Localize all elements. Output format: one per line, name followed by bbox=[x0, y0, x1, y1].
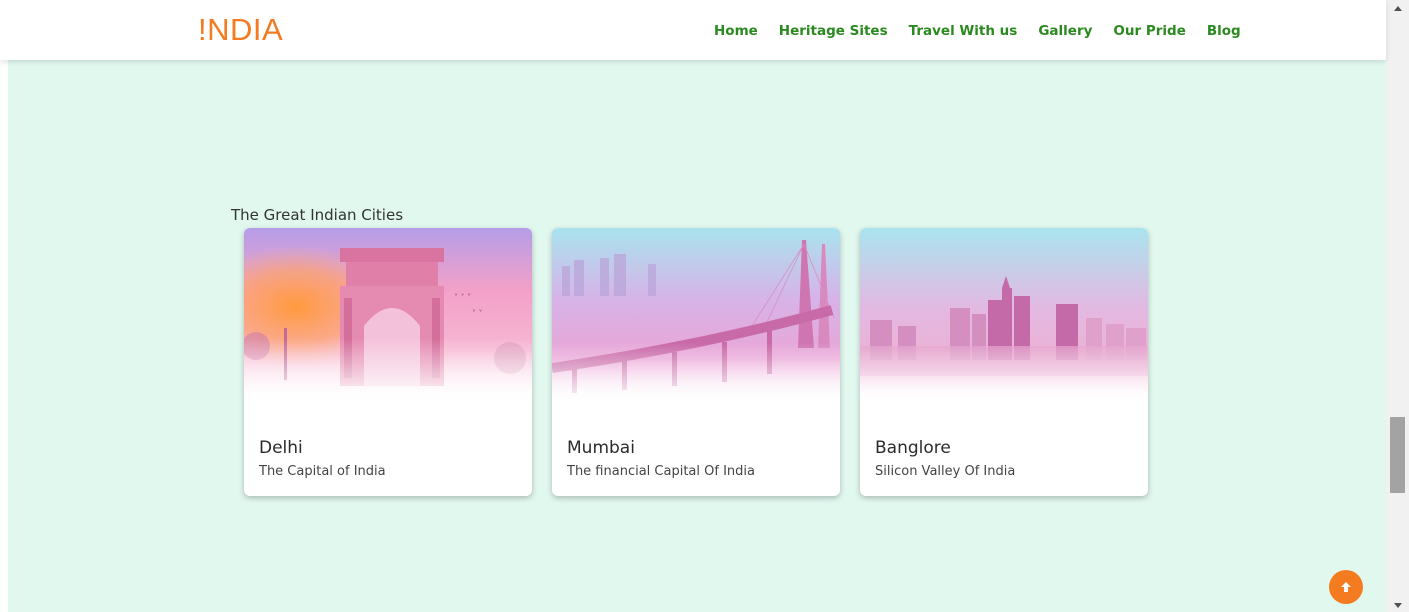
city-card-mumbai[interactable]: Mumbai The financial Capital Of India bbox=[552, 228, 840, 496]
vertical-scrollbar[interactable] bbox=[1386, 0, 1409, 612]
nav-home[interactable]: Home bbox=[714, 23, 758, 39]
scroll-down-arrow-icon[interactable] bbox=[1394, 603, 1402, 608]
back-to-top-button[interactable] bbox=[1329, 570, 1363, 604]
nav-heritage-sites[interactable]: Heritage Sites bbox=[779, 23, 888, 39]
scrollbar-thumb[interactable] bbox=[1390, 417, 1405, 493]
svg-text:˅ ˅ ˅: ˅ ˅ ˅ bbox=[454, 293, 471, 302]
nav-our-pride[interactable]: Our Pride bbox=[1113, 23, 1185, 39]
sea-link-bridge-image bbox=[552, 228, 840, 403]
card-title: Banglore bbox=[875, 438, 951, 458]
section-title: The Great Indian Cities bbox=[231, 206, 404, 224]
card-subtitle: The Capital of India bbox=[259, 464, 386, 479]
site-header: !NDIA Home Heritage Sites Travel With us… bbox=[0, 0, 1386, 60]
india-gate-image: ˅ ˅ ˅ ˅ ˅ bbox=[244, 228, 532, 403]
city-card-delhi[interactable]: ˅ ˅ ˅ ˅ ˅ Delhi The Capital of India bbox=[244, 228, 532, 496]
card-title: Mumbai bbox=[567, 438, 635, 458]
nav-blog[interactable]: Blog bbox=[1207, 23, 1241, 39]
card-subtitle: Silicon Valley Of India bbox=[875, 464, 1016, 479]
city-card-banglore[interactable]: Banglore Silicon Valley Of India bbox=[860, 228, 1148, 496]
site-logo[interactable]: !NDIA bbox=[198, 12, 283, 48]
scroll-up-arrow-icon[interactable] bbox=[1394, 6, 1402, 11]
card-subtitle: The financial Capital Of India bbox=[567, 464, 755, 479]
city-skyline-image bbox=[860, 228, 1148, 403]
left-edge bbox=[0, 0, 8, 612]
nav-travel-with-us[interactable]: Travel With us bbox=[909, 23, 1018, 39]
city-cards: ˅ ˅ ˅ ˅ ˅ Delhi The Capital of India Mum… bbox=[244, 228, 1168, 496]
card-title: Delhi bbox=[259, 438, 303, 458]
arrow-up-icon bbox=[1341, 582, 1351, 592]
svg-text:˅ ˅: ˅ ˅ bbox=[472, 309, 483, 318]
main-nav: Home Heritage Sites Travel With us Galle… bbox=[714, 23, 1262, 39]
nav-gallery[interactable]: Gallery bbox=[1038, 23, 1092, 39]
